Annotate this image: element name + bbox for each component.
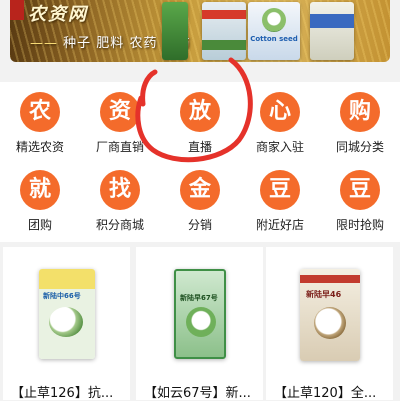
subtitle-dash: —— (30, 36, 58, 51)
product-title: 【如云67号】新... (144, 386, 251, 401)
grid-item-label: 分销 (187, 218, 212, 232)
category-grid: 农 精选农资 资 厂商直销 放 直播 心 商家入驻 购 同城分类 就 团购 找 … (0, 82, 400, 242)
grid-item-label: 精选农资 (15, 140, 64, 154)
grid-item-direct-sales[interactable]: 资 厂商直销 (80, 92, 160, 155)
grid-item-featured-supplies[interactable]: 农 精选农资 (0, 92, 80, 155)
product-card[interactable]: 新陆早46 【止草120】全... (266, 247, 393, 401)
brand-logo (10, 0, 24, 20)
jiu-icon: 就 (20, 170, 60, 210)
cotton-seed-bag-image: Cotton seed (248, 2, 300, 60)
nong-icon: 农 (20, 92, 60, 132)
product-card[interactable]: 新陆早67号 【如云67号】新... (136, 247, 263, 401)
grid-item-live[interactable]: 放 直播 (160, 92, 240, 155)
product-title: 【止草120】全... (274, 386, 377, 401)
grid-item-label: 同城分类 (335, 140, 384, 154)
product-list: 新陆中66号 【止草126】抗... 新陆早67号 【如云67号】新... 新陆… (0, 247, 400, 401)
bag-label: 新陆早46 (306, 290, 342, 299)
xin-icon: 心 (260, 92, 300, 132)
zhao-icon: 找 (100, 170, 140, 210)
grid-item-label: 积分商城 (95, 218, 144, 232)
product-image: 新陆中66号 (3, 255, 130, 375)
grid-item-distribution[interactable]: 金 分销 (160, 170, 240, 233)
subtitle-item: 种子 (63, 36, 92, 51)
dou-icon: 豆 (260, 170, 300, 210)
dou-icon: 豆 (340, 170, 380, 210)
product-bag-image (162, 2, 188, 60)
product-image: 新陆早67号 (136, 255, 263, 375)
banner-title: 农资网 (28, 4, 88, 25)
subtitle-item: 农药 (129, 36, 158, 51)
subtitle-item: 肥料 (96, 36, 125, 51)
product-bag-image (202, 2, 246, 60)
grid-item-nearby-stores[interactable]: 豆 附近好店 (240, 170, 320, 233)
zi-icon: 资 (100, 92, 140, 132)
grid-item-local-categories[interactable]: 购 同城分类 (320, 92, 400, 155)
grid-item-merchant-join[interactable]: 心 商家入驻 (240, 92, 320, 155)
grid-item-label: 团购 (27, 218, 52, 232)
bag-label: 新陆早67号 (180, 294, 218, 302)
grid-item-label: 直播 (187, 140, 212, 154)
grid-item-points-mall[interactable]: 找 积分商城 (80, 170, 160, 233)
grid-item-label: 厂商直销 (95, 140, 144, 154)
gou-icon: 购 (340, 92, 380, 132)
bag-label: 新陆中66号 (43, 292, 81, 300)
bag-label: Cotton seed (250, 35, 298, 43)
product-title: 【止草126】抗... (11, 386, 114, 401)
fang-icon: 放 (180, 92, 220, 132)
fertilizer-bag-image (310, 2, 354, 60)
product-image: 新陆早46 (266, 255, 393, 375)
grid-item-label: 商家入驻 (255, 140, 304, 154)
grid-item-label: 附近好店 (255, 218, 304, 232)
jin-icon: 金 (180, 170, 220, 210)
grid-item-flash-sale[interactable]: 豆 限时抢购 (320, 170, 400, 233)
grid-item-label: 限时抢购 (335, 218, 384, 232)
product-card[interactable]: 新陆中66号 【止草126】抗... (3, 247, 130, 401)
promo-banner[interactable]: 农资网 —— 种子 肥料 农药 飞防 Cotton seed (10, 0, 390, 62)
grid-item-group-buy[interactable]: 就 团购 (0, 170, 80, 233)
